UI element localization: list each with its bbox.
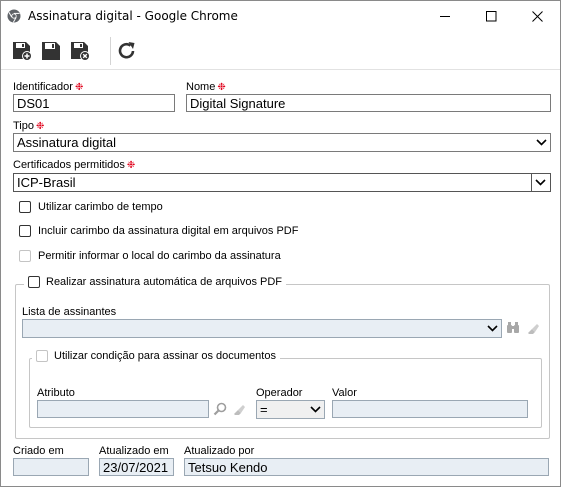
auto-sign-legend: Realizar assinatura automática de arquiv… <box>24 276 287 288</box>
binoculars-icon <box>507 322 519 333</box>
minimize-icon <box>439 16 450 17</box>
search-users-button[interactable] <box>504 319 522 337</box>
nome-label: Nome ❉ <box>186 81 226 93</box>
required-icon: ❉ <box>74 82 84 93</box>
criado-em-input <box>13 458 89 476</box>
save-button[interactable] <box>38 38 64 64</box>
title-bar: Assinatura digital - Google Chrome <box>1 1 560 32</box>
condition-checkbox[interactable] <box>36 350 48 362</box>
atualizado-por-input: Tetsuo Kendo <box>184 458 549 476</box>
close-button[interactable] <box>514 1 560 32</box>
search-attribute-button[interactable] <box>211 400 229 418</box>
maximize-icon <box>485 11 496 22</box>
atualizado-em-input: 23/07/2021 <box>99 458 174 476</box>
magnifier-icon <box>213 402 227 416</box>
required-icon: ❉ <box>36 121 45 132</box>
operador-label: Operador <box>256 387 303 399</box>
valor-label: Valor <box>332 387 357 399</box>
eraser-icon <box>528 324 539 334</box>
save-icon <box>42 42 60 60</box>
operador-value: = <box>260 402 268 417</box>
tipo-select[interactable]: Assinatura digital <box>13 133 551 152</box>
auto-sign-checkbox[interactable] <box>28 276 40 288</box>
nome-input[interactable]: Digital Signature <box>186 94 551 112</box>
certificados-dropdown-button[interactable] <box>531 174 550 191</box>
identificador-input[interactable]: DS01 <box>13 94 175 112</box>
eraser-icon <box>234 405 245 415</box>
browser-window: Assinatura digital - Google Chrome Ident… <box>0 0 561 487</box>
atributo-input[interactable] <box>37 400 209 418</box>
toolbar-separator <box>110 37 111 65</box>
atributo-label: Atributo <box>37 387 75 399</box>
identificador-label: Identificador ❉ <box>13 81 84 93</box>
minimize-button[interactable] <box>422 1 468 32</box>
save-new-icon <box>13 42 32 61</box>
chrome-icon <box>7 9 21 23</box>
chevron-down-icon <box>487 325 498 332</box>
save-and-close-button[interactable] <box>67 38 93 64</box>
permitir-local-checkbox[interactable] <box>19 250 31 262</box>
incluir-carimbo-label: Incluir carimbo da assinatura digital em… <box>38 225 299 237</box>
maximize-button[interactable] <box>468 1 514 32</box>
tipo-label: Tipo ❉ <box>13 120 45 132</box>
required-icon: ❉ <box>126 160 136 171</box>
certificados-label: Certificados permitidos ❉ <box>13 159 136 171</box>
window-title: Assinatura digital - Google Chrome <box>28 9 238 23</box>
lista-assinantes-label: Lista de assinantes <box>22 306 117 318</box>
atualizado-por-label: Atualizado por <box>184 445 255 457</box>
auto-sign-label: Realizar assinatura automática de arquiv… <box>46 276 283 288</box>
tipo-select-value: Assinatura digital <box>17 135 116 150</box>
certificados-select[interactable]: ICP-Brasil <box>13 173 551 192</box>
atualizado-em-label: Atualizado em <box>99 445 169 457</box>
certificados-select-value: ICP-Brasil <box>17 175 76 190</box>
clear-attribute-button[interactable] <box>230 400 248 418</box>
close-icon <box>531 11 543 22</box>
condition-label: Utilizar condição para assinar os docume… <box>54 350 276 362</box>
chevron-down-icon <box>535 179 546 186</box>
criado-em-label: Criado em <box>13 445 64 457</box>
save-new-button[interactable] <box>9 38 35 64</box>
condition-legend: Utilizar condição para assinar os docume… <box>32 350 280 362</box>
permitir-local-label: Permitir informar o local do carimbo da … <box>38 250 281 262</box>
refresh-button[interactable] <box>114 38 140 64</box>
required-icon: ❉ <box>217 82 226 93</box>
utilizar-carimbo-checkbox[interactable] <box>19 201 31 213</box>
refresh-icon <box>118 42 135 59</box>
lista-assinantes-select[interactable] <box>22 319 502 338</box>
valor-input[interactable] <box>332 400 528 418</box>
chevron-down-icon <box>310 406 321 413</box>
chevron-down-icon <box>536 139 547 146</box>
clear-users-button[interactable] <box>524 319 542 337</box>
operador-select[interactable]: = <box>256 400 325 419</box>
incluir-carimbo-checkbox[interactable] <box>19 225 31 237</box>
utilizar-carimbo-label: Utilizar carimbo de tempo <box>38 201 163 213</box>
save-close-icon <box>71 42 90 61</box>
toolbar <box>1 32 560 70</box>
